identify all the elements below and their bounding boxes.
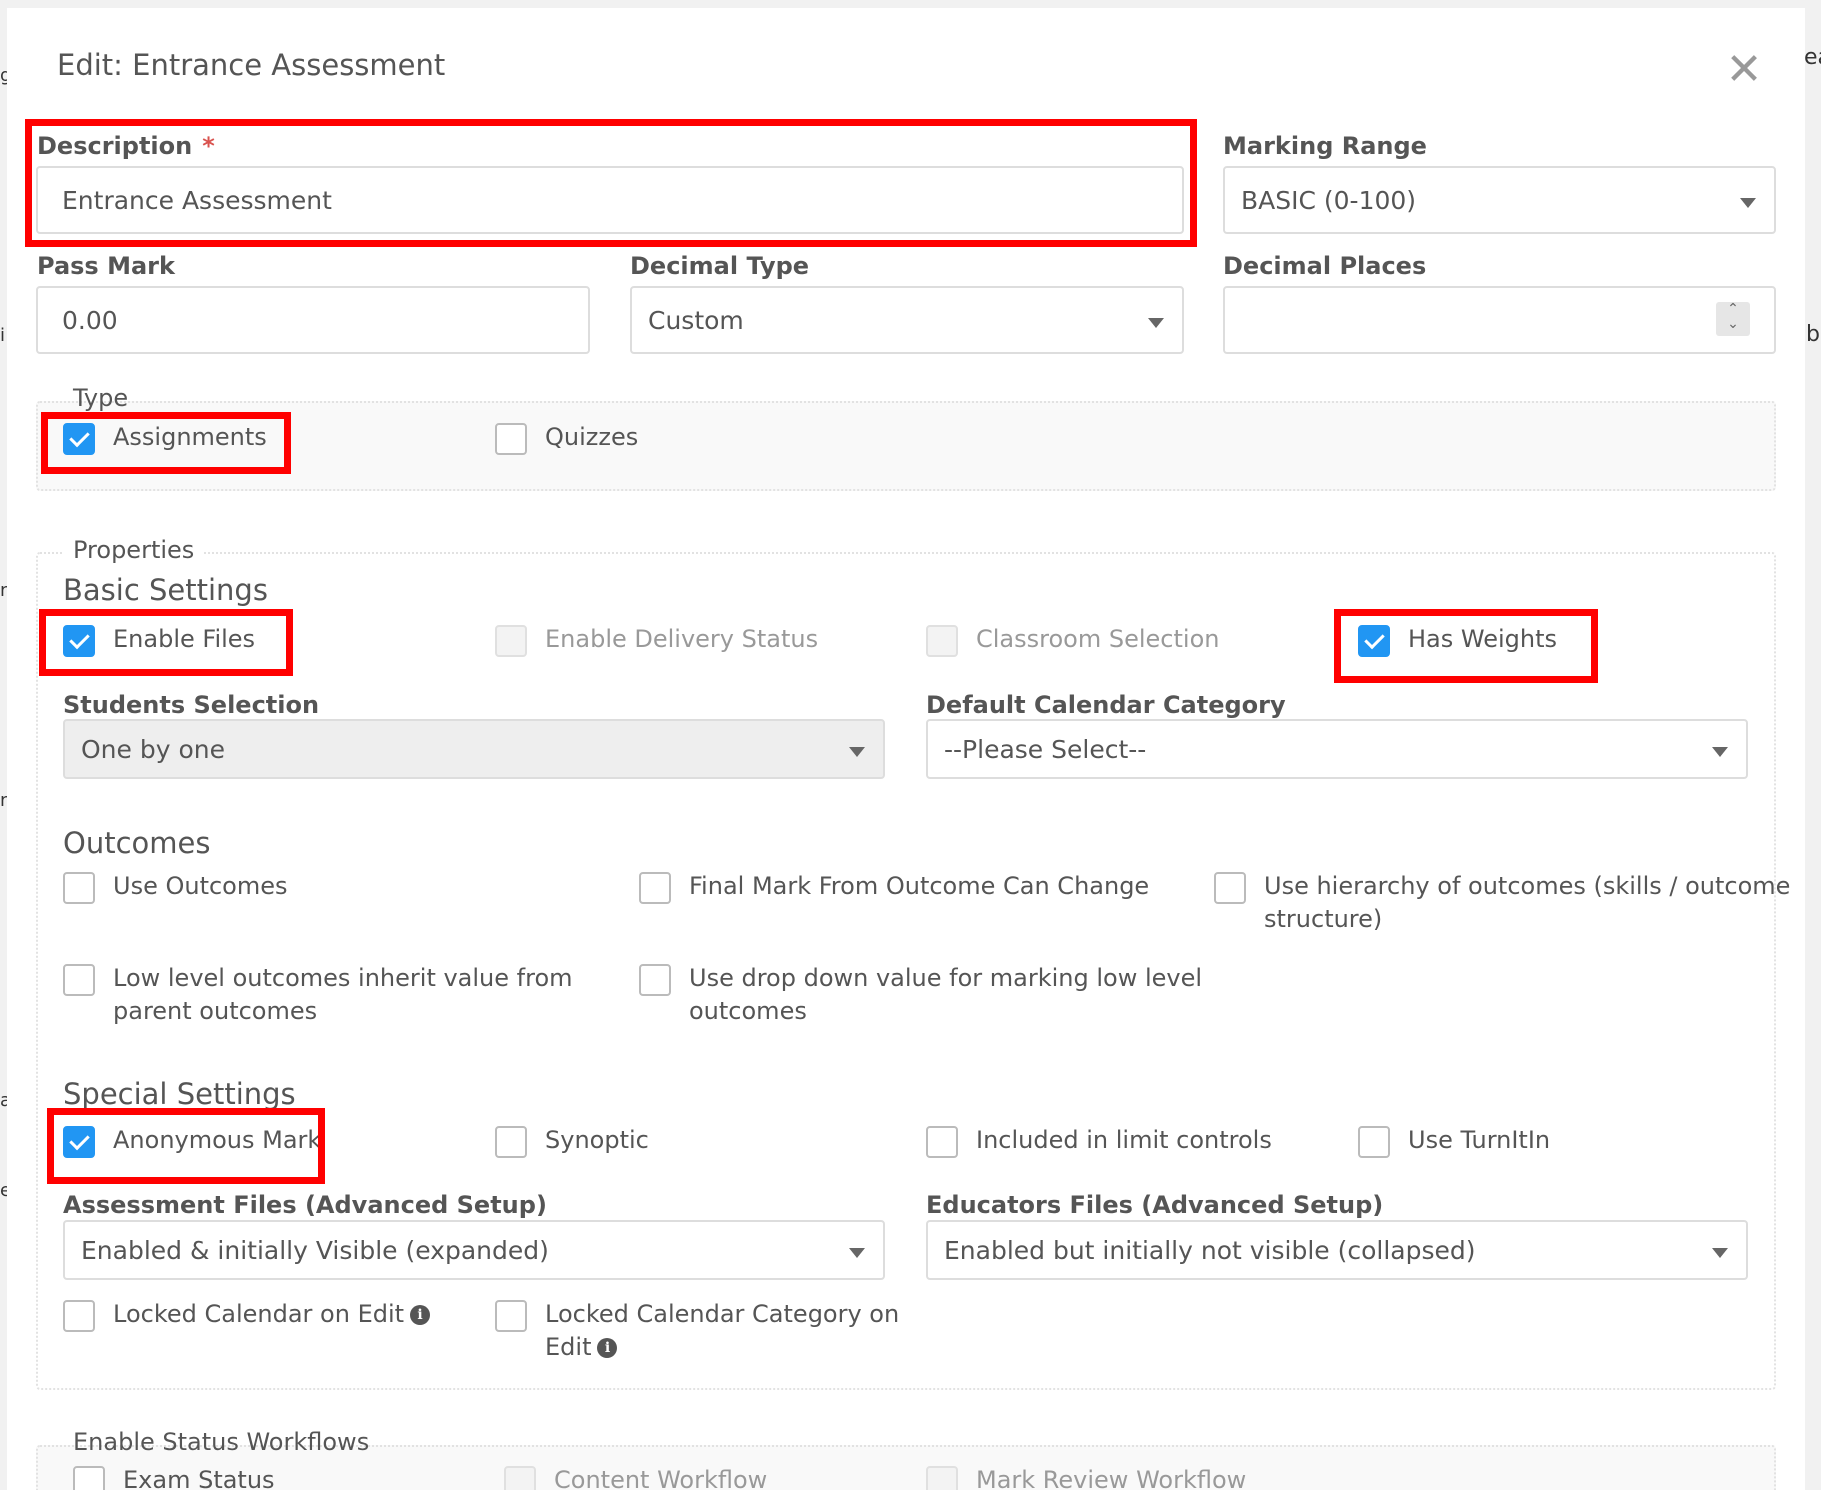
locked-calendar-on-edit-checkbox[interactable]: Locked Calendar on Edit i bbox=[63, 1298, 431, 1332]
checkbox-icon bbox=[73, 1466, 105, 1490]
description-label: Description * bbox=[37, 132, 215, 160]
checkbox-icon bbox=[495, 1126, 527, 1158]
chevron-down-icon bbox=[849, 747, 865, 757]
chevron-down-icon bbox=[1712, 1248, 1728, 1258]
checkbox-icon bbox=[1214, 872, 1246, 904]
basic-settings-heading: Basic Settings bbox=[63, 573, 268, 607]
chevron-down-icon bbox=[1712, 747, 1728, 757]
checkbox-icon bbox=[495, 1300, 527, 1332]
modal-title: Edit: Entrance Assessment bbox=[57, 48, 446, 82]
marking-range-select[interactable]: BASIC (0-100) bbox=[1223, 166, 1776, 234]
background-text: ea bbox=[1804, 45, 1821, 70]
decimal-places-label: Decimal Places bbox=[1223, 252, 1427, 280]
low-level-outcomes-inherit-checkbox[interactable]: Low level outcomes inherit value from par… bbox=[63, 962, 573, 1028]
checkbox-icon bbox=[63, 964, 95, 996]
checkbox-icon bbox=[639, 872, 671, 904]
checkbox-disabled-icon bbox=[504, 1466, 536, 1490]
assignments-checkbox[interactable]: Assignments bbox=[63, 421, 267, 455]
type-legend: Type bbox=[73, 384, 129, 412]
anonymous-mark-checkbox[interactable]: Anonymous Mark bbox=[63, 1124, 321, 1158]
mark-review-workflow-checkbox[interactable]: Mark Review Workflow bbox=[926, 1464, 1246, 1490]
decimal-type-select[interactable]: Custom bbox=[630, 286, 1184, 354]
included-in-limit-controls-checkbox[interactable]: Included in limit controls bbox=[926, 1124, 1272, 1158]
background-text: i bbox=[0, 325, 6, 346]
info-icon[interactable]: i bbox=[597, 1338, 618, 1358]
checkbox-checked-icon bbox=[63, 1126, 95, 1158]
educators-files-select[interactable]: Enabled but initially not visible (colla… bbox=[926, 1220, 1748, 1280]
checkbox-disabled-icon bbox=[926, 1466, 958, 1490]
students-selection-select[interactable]: One by one bbox=[63, 719, 885, 779]
properties-legend: Properties bbox=[63, 536, 205, 564]
checkbox-icon bbox=[495, 423, 527, 455]
workflows-legend: Enable Status Workflows bbox=[73, 1428, 370, 1456]
checkbox-icon bbox=[639, 964, 671, 996]
required-mark: * bbox=[202, 132, 215, 160]
enable-files-checkbox[interactable]: Enable Files bbox=[63, 623, 255, 657]
use-turnitin-checkbox[interactable]: Use TurnItIn bbox=[1358, 1124, 1550, 1158]
marking-range-label: Marking Range bbox=[1223, 132, 1427, 160]
students-selection-label: Students Selection bbox=[63, 691, 320, 719]
checkbox-icon bbox=[1358, 1126, 1390, 1158]
number-spinner-icon[interactable]: ⌃ ⌄ bbox=[1716, 302, 1750, 336]
checkbox-disabled-icon bbox=[495, 625, 527, 657]
final-mark-from-outcome-checkbox[interactable]: Final Mark From Outcome Can Change bbox=[639, 870, 1149, 904]
synoptic-checkbox[interactable]: Synoptic bbox=[495, 1124, 649, 1158]
pass-mark-label: Pass Mark bbox=[37, 252, 175, 280]
use-dropdown-marking-checkbox[interactable]: Use drop down value for marking low leve… bbox=[639, 962, 1202, 1028]
chevron-down-icon bbox=[1740, 198, 1756, 208]
has-weights-checkbox[interactable]: Has Weights bbox=[1358, 623, 1557, 657]
assessment-files-select[interactable]: Enabled & initially Visible (expanded) bbox=[63, 1220, 885, 1280]
checkbox-icon bbox=[926, 1126, 958, 1158]
checkbox-checked-icon bbox=[63, 423, 95, 455]
description-input[interactable]: Entrance Assessment bbox=[36, 166, 1184, 234]
use-hierarchy-outcomes-checkbox[interactable]: Use hierarchy of outcomes (skills / outc… bbox=[1214, 870, 1790, 936]
special-settings-heading: Special Settings bbox=[63, 1077, 296, 1111]
checkbox-checked-icon bbox=[63, 625, 95, 657]
exam-status-checkbox[interactable]: Exam Status bbox=[73, 1464, 275, 1490]
checkbox-disabled-icon bbox=[926, 625, 958, 657]
classroom-selection-checkbox[interactable]: Classroom Selection bbox=[926, 623, 1219, 657]
background-text: b bbox=[1806, 322, 1820, 347]
checkbox-checked-icon bbox=[1358, 625, 1390, 657]
checkbox-icon bbox=[63, 1300, 95, 1332]
decimal-places-input[interactable]: ⌃ ⌄ bbox=[1223, 286, 1776, 354]
quizzes-checkbox[interactable]: Quizzes bbox=[495, 421, 638, 455]
decimal-type-label: Decimal Type bbox=[630, 252, 810, 280]
use-outcomes-checkbox[interactable]: Use Outcomes bbox=[63, 870, 288, 904]
default-calendar-category-select[interactable]: --Please Select-- bbox=[926, 719, 1748, 779]
close-icon[interactable]: ✕ bbox=[1722, 48, 1766, 92]
content-workflow-checkbox[interactable]: Content Workflow bbox=[504, 1464, 767, 1490]
chevron-down-icon bbox=[849, 1248, 865, 1258]
enable-delivery-status-checkbox[interactable]: Enable Delivery Status bbox=[495, 623, 818, 657]
chevron-down-icon bbox=[1148, 318, 1164, 328]
edit-assessment-modal: Edit: Entrance Assessment ✕ Description *… bbox=[7, 8, 1805, 1490]
educators-files-label: Educators Files (Advanced Setup) bbox=[926, 1191, 1384, 1219]
type-fieldset bbox=[36, 401, 1776, 491]
assessment-files-label: Assessment Files (Advanced Setup) bbox=[63, 1191, 547, 1219]
info-icon[interactable]: i bbox=[410, 1305, 431, 1325]
locked-calendar-category-checkbox[interactable]: Locked Calendar Category on Edit i bbox=[495, 1298, 899, 1364]
outcomes-heading: Outcomes bbox=[63, 826, 211, 860]
checkbox-icon bbox=[63, 872, 95, 904]
pass-mark-input[interactable]: 0.00 bbox=[36, 286, 590, 354]
default-calendar-category-label: Default Calendar Category bbox=[926, 691, 1286, 719]
